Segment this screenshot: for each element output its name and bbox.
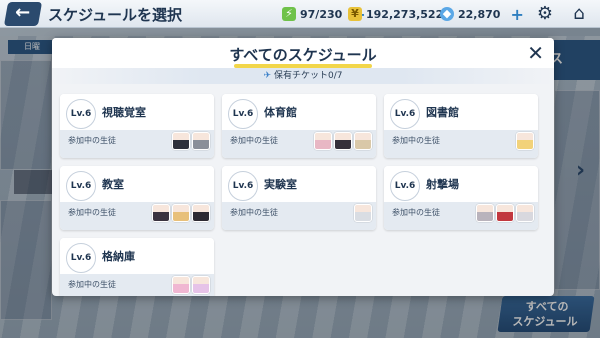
schedule-card[interactable]: Lv.6 射撃場 参加中の生徒 (384, 166, 538, 230)
schedule-card[interactable]: Lv.6 実験室 参加中の生徒 (222, 166, 376, 230)
participants-label: 参加中の生徒 (230, 136, 278, 145)
participant-avatars (152, 204, 210, 222)
schedule-grid: Lv.6 視聴覚室 参加中の生徒 Lv.6 体育館 参加中の生徒 Lv.6 図書… (60, 94, 546, 296)
student-avatar (192, 204, 210, 222)
student-avatar (476, 204, 494, 222)
participants-label: 参加中の生徒 (68, 136, 116, 145)
level-badge: Lv.6 (66, 243, 96, 273)
back-arrow-icon: ← (15, 2, 31, 23)
level-badge: Lv.6 (390, 171, 420, 201)
student-avatar (152, 204, 170, 222)
schedule-card[interactable]: Lv.6 視聴覚室 参加中の生徒 (60, 94, 214, 158)
location-name: 格納庫 (102, 250, 135, 263)
student-avatar (354, 204, 372, 222)
participant-avatars (476, 204, 534, 222)
top-bar: ← スケジュールを選択 ⚡ 97/230 + ¥ 192,273,522 ◆ 2… (0, 0, 600, 28)
home-icon[interactable]: ⌂ (568, 3, 590, 25)
ap-value: 97/230 (300, 7, 343, 21)
pyroxene-icon: ◆ (440, 7, 454, 21)
level-badge: Lv.6 (66, 99, 96, 129)
back-button[interactable]: ← (3, 2, 43, 26)
participant-avatars (172, 276, 210, 294)
level-badge: Lv.6 (228, 171, 258, 201)
gear-icon[interactable]: ⚙ (534, 3, 556, 25)
student-avatar (192, 132, 210, 150)
student-avatar (516, 132, 534, 150)
student-avatar (172, 204, 190, 222)
participant-avatars (354, 204, 372, 222)
participant-avatars (516, 132, 534, 150)
level-badge: Lv.6 (66, 171, 96, 201)
student-avatar (192, 276, 210, 294)
schedule-card[interactable]: Lv.6 体育館 参加中の生徒 (222, 94, 376, 158)
participants-label: 参加中の生徒 (68, 208, 116, 217)
schedule-card[interactable]: Lv.6 教室 参加中の生徒 (60, 166, 214, 230)
location-name: 図書館 (426, 106, 459, 119)
participants-label: 参加中の生徒 (392, 136, 440, 145)
lightning-icon: ⚡ (282, 7, 296, 21)
location-name: 体育館 (264, 106, 297, 119)
student-avatar (516, 204, 534, 222)
level-badge: Lv.6 (228, 99, 258, 129)
modal-header: すべてのスケジュール ✕ (52, 38, 554, 68)
schedule-card[interactable]: Lv.6 格納庫 参加中の生徒 (60, 238, 214, 296)
participants-label: 参加中の生徒 (392, 208, 440, 217)
student-avatar (314, 132, 332, 150)
participant-avatars (314, 132, 372, 150)
location-name: 射撃場 (426, 178, 459, 191)
schedule-modal: すべてのスケジュール ✕ ✈ 保有チケット0/7 Lv.6 視聴覚室 参加中の生徒… (52, 38, 554, 296)
participants-label: 参加中の生徒 (230, 208, 278, 217)
credit-counter: ¥ 192,273,522 (348, 4, 443, 24)
ticket-label: 保有チケット0/7 (274, 71, 343, 81)
modal-title: すべてのスケジュール (229, 46, 377, 64)
ticket-icon: ✈ (263, 71, 272, 81)
participant-avatars (172, 132, 210, 150)
location-name: 実験室 (264, 178, 297, 191)
pyroxene-value: 22,870 (458, 7, 501, 21)
location-name: 視聴覚室 (102, 106, 146, 119)
student-avatar (172, 132, 190, 150)
level-badge: Lv.6 (390, 99, 420, 129)
location-name: 教室 (102, 178, 124, 191)
credit-icon: ¥ (348, 7, 362, 21)
student-avatar (496, 204, 514, 222)
pyroxene-plus-button[interactable]: + (510, 5, 523, 24)
student-avatar (172, 276, 190, 294)
participants-label: 参加中の生徒 (68, 280, 116, 289)
credit-value: 192,273,522 (366, 7, 444, 21)
close-icon[interactable]: ✕ (527, 42, 544, 64)
student-avatar (334, 132, 352, 150)
pyroxene-counter: ◆ 22,870 + (440, 4, 524, 24)
ticket-count: ✈ 保有チケット0/7 (52, 68, 554, 84)
schedule-card[interactable]: Lv.6 図書館 参加中の生徒 (384, 94, 538, 158)
page-title: スケジュールを選択 (48, 6, 182, 24)
student-avatar (354, 132, 372, 150)
